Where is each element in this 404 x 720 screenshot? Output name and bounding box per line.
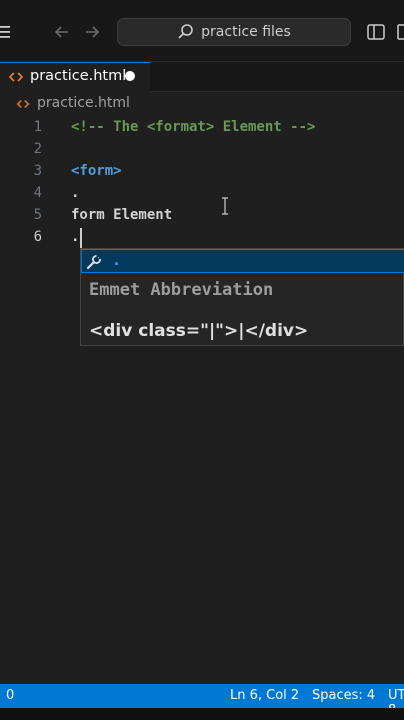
mouse-ibeam-icon: [222, 197, 228, 215]
status-indentation[interactable]: Spaces: 4: [312, 688, 375, 703]
line-number: 1: [33, 119, 42, 135]
suggestion-widget[interactable]: . Emmet Abbreviation <div class="|">|</d…: [80, 248, 404, 346]
suggestion-preview: <div class="|">|</div>: [89, 321, 309, 341]
suggestion-detail-title: Emmet Abbreviation: [89, 280, 274, 300]
code-line: 1 <!-- The <format> Element -->: [0, 116, 404, 138]
title-bar: practice files: [0, 0, 404, 62]
line-number: 3: [33, 163, 42, 179]
back-arrow-icon[interactable]: [52, 22, 72, 42]
search-icon: [178, 24, 193, 39]
line-number: 2: [33, 141, 42, 157]
line-number: 6: [33, 229, 42, 245]
toggle-panel-icon[interactable]: [395, 22, 404, 42]
wrench-icon: [86, 254, 102, 270]
suggestion-label: .: [112, 251, 122, 269]
status-problems[interactable]: 0: [6, 688, 14, 703]
status-cursor-position[interactable]: Ln 6, Col 2: [230, 688, 299, 703]
code-line: 2: [0, 138, 404, 160]
forward-arrow-icon[interactable]: [82, 22, 102, 42]
breadcrumb: practice.html: [0, 92, 404, 116]
code-line: 4 .: [0, 182, 404, 204]
line-number: 5: [33, 207, 42, 223]
suggestion-item[interactable]: .: [81, 249, 404, 273]
code-text: .: [71, 185, 80, 201]
text-cursor: [80, 228, 82, 248]
code-text: .: [71, 229, 80, 245]
code-text: form Element: [71, 207, 173, 223]
editor-tab-bar: practice.html: [0, 62, 404, 92]
status-bar: 0 Ln 6, Col 2 Spaces: 4 UTF-8: [0, 684, 404, 718]
search-text: practice files: [201, 24, 291, 40]
unsaved-dot-icon[interactable]: [125, 71, 135, 81]
breadcrumb-file[interactable]: practice.html: [37, 95, 130, 111]
html-file-icon: [8, 72, 24, 82]
bottom-strip: [0, 708, 404, 720]
code-line: 5 form Element: [0, 204, 404, 226]
menu-icon[interactable]: [0, 24, 12, 40]
code-editor[interactable]: 1 <!-- The <format> Element --> 2 3 <for…: [0, 116, 404, 684]
tab-label: practice.html: [30, 68, 127, 84]
line-number: 4: [33, 185, 42, 201]
toggle-sidebar-icon[interactable]: [366, 22, 386, 42]
html-file-icon: [16, 99, 30, 109]
command-center-search[interactable]: practice files: [117, 18, 351, 46]
tab-practice-html[interactable]: practice.html: [0, 62, 150, 92]
code-line: 3 <form>: [0, 160, 404, 182]
code-text: <!-- The <format> Element -->: [71, 119, 316, 135]
code-text: <form>: [71, 163, 122, 179]
code-line-active: 6 .: [0, 226, 404, 248]
